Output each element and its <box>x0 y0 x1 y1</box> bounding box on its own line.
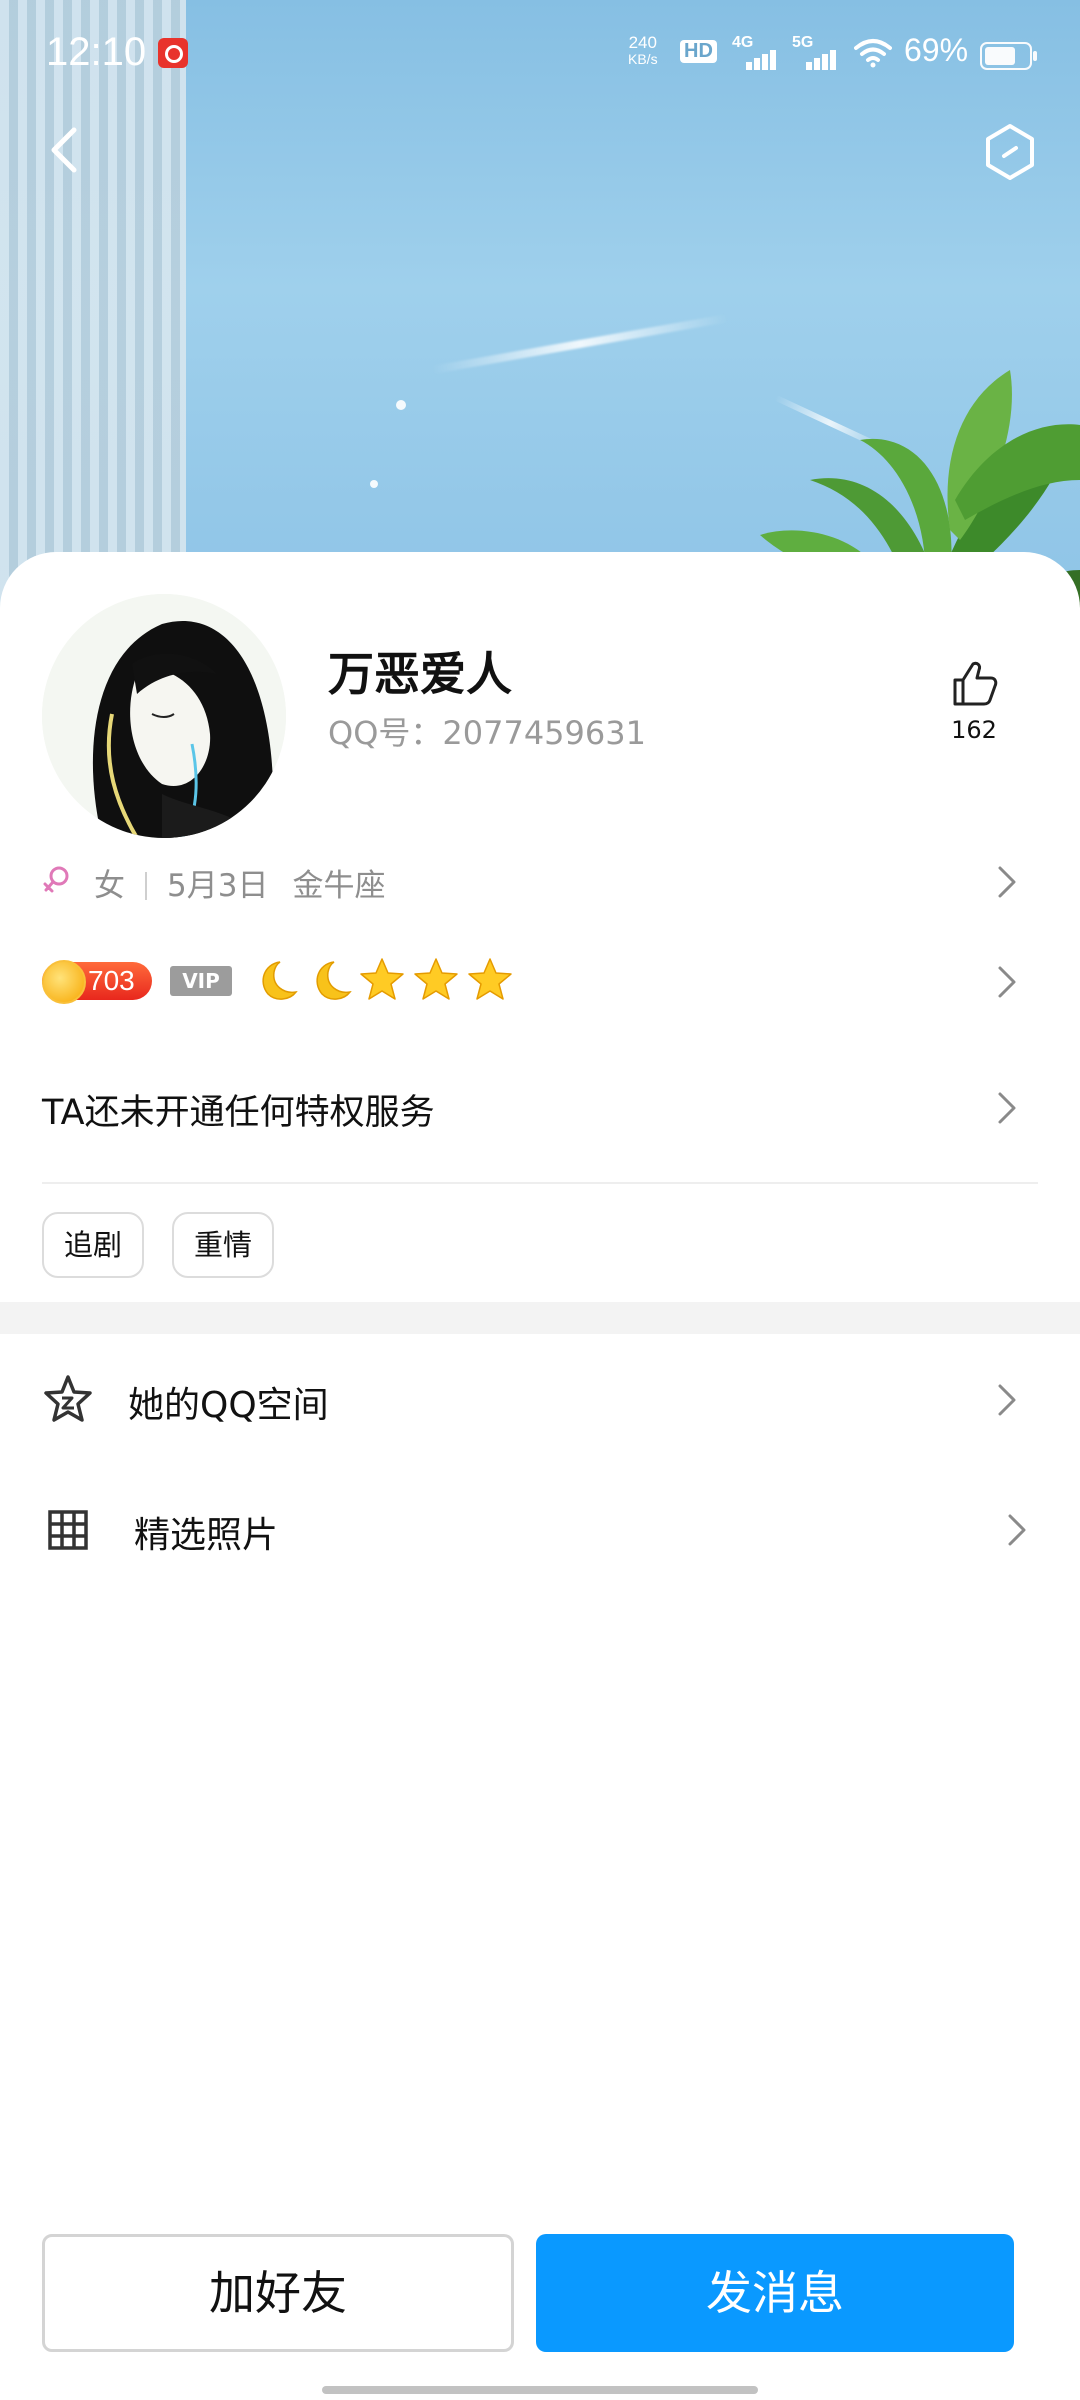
female-icon <box>43 866 69 893</box>
featured-photos-label: 精选照片 <box>134 1515 279 1556</box>
status-time: 12:10 <box>46 30 147 74</box>
basic-info-text: 女 5月3日 金牛座 <box>94 860 385 905</box>
cover-sparkle <box>370 480 378 488</box>
signal-5g-label: 5G <box>792 34 814 51</box>
privilege-row[interactable]: TA还未开通任何特权服务 <box>0 1058 1080 1158</box>
profile-card: 万恶爱人 QQ号：2077459631 162 女 5月3日 金牛座 703 VIP <box>0 552 1080 2400</box>
battery-icon <box>980 42 1037 70</box>
netease-music-icon <box>158 38 188 68</box>
network-speed-value: 240 <box>628 33 657 52</box>
send-message-button[interactable]: 发消息 <box>536 2234 1014 2352</box>
signal-4g-icon: 4G <box>732 34 776 70</box>
avatar[interactable] <box>42 594 286 838</box>
signal-4g-label: 4G <box>732 34 754 51</box>
privilege-text: TA还未开通任何特权服务 <box>42 1093 435 1133</box>
vip-badge: VIP <box>170 966 232 996</box>
chevron-right-icon <box>998 1092 1016 1124</box>
home-indicator[interactable] <box>322 2386 758 2394</box>
star-icon <box>468 958 512 1000</box>
birthday-text: 5月3日 <box>167 868 269 904</box>
network-speed-unit: KB/s <box>628 51 658 67</box>
nickname: 万恶爱人 <box>328 647 512 701</box>
like-button[interactable]: 162 <box>930 652 1018 752</box>
battery-percentage: 69% <box>904 32 969 68</box>
chevron-right-icon <box>998 866 1016 898</box>
basic-info-row[interactable]: 女 5月3日 金牛座 <box>0 842 1080 922</box>
status-bar: 12:10 240 KB/s HD 4G 5G 69% <box>0 0 1080 108</box>
qzone-label: 她的QQ空间 <box>128 1385 329 1426</box>
grid-icon <box>48 1510 88 1550</box>
coin-icon <box>42 960 86 1004</box>
qzone-row[interactable]: 她的QQ空间 <box>0 1344 1080 1454</box>
star-icon <box>414 958 458 1000</box>
gender-text: 女 <box>94 868 125 904</box>
cover-light-streak <box>431 314 729 374</box>
section-separator <box>0 1302 1080 1334</box>
qq-coin-badge: 703 <box>42 960 152 1004</box>
featured-photos-row[interactable]: 精选照片 <box>0 1474 1080 1584</box>
interest-tag[interactable]: 追剧 <box>42 1212 145 1278</box>
divider <box>42 1182 1038 1184</box>
qq-level-row[interactable]: 703 VIP <box>0 942 1080 1022</box>
chevron-left-icon <box>51 127 77 173</box>
chevron-right-icon <box>998 1384 1016 1416</box>
info-divider <box>145 872 147 900</box>
profile-settings-button[interactable] <box>978 120 1042 184</box>
star-icon <box>360 958 404 1000</box>
interest-tag[interactable]: 重情 <box>172 1212 275 1278</box>
add-friend-button[interactable]: 加好友 <box>42 2234 514 2352</box>
zodiac-text: 金牛座 <box>292 868 386 904</box>
network-speed: 240 KB/s <box>628 34 658 68</box>
wifi-icon <box>854 39 892 68</box>
moon-icon <box>262 961 298 1000</box>
hd-voice-badge: HD <box>680 40 717 63</box>
chevron-right-icon <box>998 966 1016 998</box>
qzone-star-icon <box>44 1375 92 1422</box>
signal-5g-icon: 5G <box>792 34 836 70</box>
back-button[interactable] <box>36 120 96 180</box>
coin-value: 703 <box>88 965 135 996</box>
cover-sparkle <box>396 400 406 410</box>
thumbs-up-icon <box>953 661 998 706</box>
chevron-right-icon <box>1008 1514 1026 1546</box>
qq-number: QQ号：2077459631 <box>328 714 646 752</box>
moon-icon <box>316 961 352 1000</box>
avatar-illustration <box>42 594 286 838</box>
like-count: 162 <box>951 716 997 744</box>
